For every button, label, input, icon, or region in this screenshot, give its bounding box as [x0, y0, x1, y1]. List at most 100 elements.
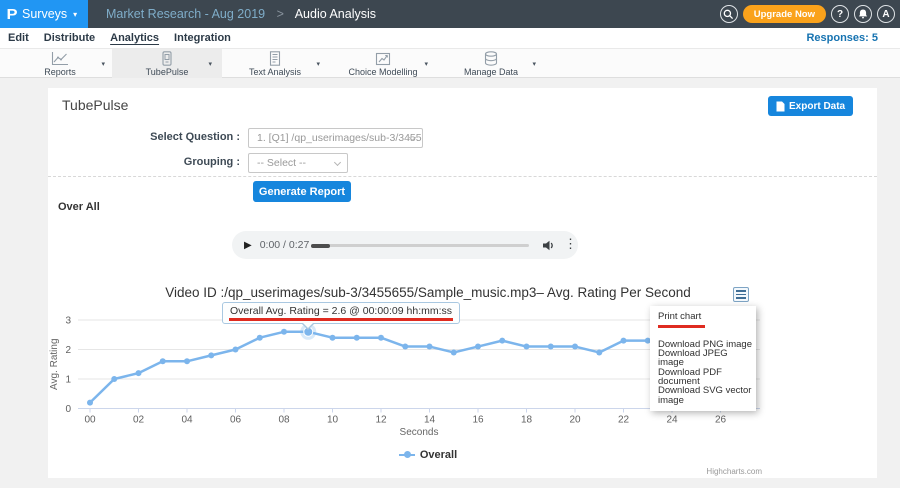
data-point[interactable]	[184, 358, 190, 364]
legend-item-overall[interactable]: Overall	[48, 449, 808, 461]
x-tick-label: 22	[618, 415, 630, 426]
x-tick-label: 04	[181, 415, 193, 426]
separator	[48, 176, 877, 177]
highcharts-credit[interactable]: Highcharts.com	[560, 467, 762, 476]
question-select-value: 1. [Q1] /qp_userimages/sub-3/3455655/S..…	[257, 132, 423, 144]
data-point[interactable]	[208, 352, 214, 358]
grouping-label: Grouping :	[48, 156, 240, 168]
toolbar-item-label: TubePulse	[146, 67, 189, 77]
survey-menu: Edit Distribute Analytics Integration Re…	[0, 28, 900, 48]
toolbar-item-manage-data[interactable]: Manage Data ▾	[436, 49, 546, 78]
data-point[interactable]	[621, 338, 627, 344]
breadcrumb-survey-name[interactable]: Market Research - Aug 2019	[106, 7, 265, 21]
data-point[interactable]	[160, 358, 166, 364]
tubepulse-icon	[158, 51, 176, 66]
bell-icon	[858, 9, 868, 19]
toolbar-item-choice-modelling[interactable]: Choice Modelling ▾	[328, 49, 438, 78]
grouping-select[interactable]: -- Select --	[248, 153, 348, 173]
generate-report-button[interactable]: Generate Report	[253, 181, 351, 202]
data-point[interactable]	[136, 370, 142, 376]
chart-tooltip-text: Overall Avg. Rating = 2.6 @ 00:00:09 hh:…	[230, 305, 452, 317]
data-point[interactable]	[499, 338, 505, 344]
select-question-label: Select Question :	[48, 131, 240, 143]
data-point[interactable]	[572, 344, 578, 350]
y-tick-label: 0	[65, 404, 71, 415]
toolbar-item-label: Text Analysis	[249, 67, 301, 77]
menu-item-analytics[interactable]: Analytics	[110, 32, 159, 44]
x-tick-label: 24	[666, 415, 678, 426]
responses-count[interactable]: Responses: 5	[806, 32, 878, 44]
volume-icon	[543, 240, 555, 251]
x-tick-label: 16	[472, 415, 484, 426]
x-tick-label: 08	[278, 415, 290, 426]
search-button[interactable]	[720, 5, 738, 23]
data-point[interactable]	[354, 335, 360, 341]
page: P Surveys ▾ Market Research - Aug 2019 >…	[0, 0, 900, 488]
export-icon	[776, 101, 785, 112]
chevron-down-icon[interactable]: ▾	[316, 60, 320, 68]
data-point[interactable]	[257, 335, 263, 341]
chevron-down-icon[interactable]: ▾	[532, 60, 536, 68]
data-point[interactable]	[548, 344, 554, 350]
notifications-button[interactable]	[854, 5, 872, 23]
menu-item-distribute[interactable]: Distribute	[44, 32, 95, 44]
toolbar-item-label: Choice Modelling	[348, 67, 417, 77]
legend-marker-icon	[399, 451, 415, 459]
menu-item-integration[interactable]: Integration	[174, 32, 231, 44]
chevron-down-icon[interactable]: ▾	[101, 60, 105, 68]
text-analysis-icon	[266, 51, 284, 66]
data-point[interactable]	[427, 344, 433, 350]
data-point[interactable]	[524, 344, 530, 350]
toolbar-item-reports[interactable]: Reports ▾	[5, 49, 115, 78]
question-select[interactable]: 1. [Q1] /qp_userimages/sub-3/3455655/S..…	[248, 128, 423, 148]
export-data-button[interactable]: Export Data	[768, 96, 853, 116]
x-tick-label: 00	[84, 415, 96, 426]
kebab-menu-icon[interactable]: ⋮	[564, 236, 577, 252]
data-point[interactable]	[596, 349, 602, 355]
chart-menu-button[interactable]	[733, 287, 749, 302]
help-button[interactable]: ?	[831, 5, 849, 23]
toolbar-item-tubepulse[interactable]: TubePulse ▾	[112, 49, 222, 78]
chevron-down-icon: ▾	[73, 10, 77, 19]
top-bar: P Surveys ▾ Market Research - Aug 2019 >…	[0, 0, 900, 28]
data-point[interactable]	[281, 329, 287, 335]
chevron-down-icon	[334, 159, 341, 166]
x-tick-label: 02	[133, 415, 145, 426]
avatar[interactable]: A	[877, 5, 895, 23]
analytics-toolbar: Reports ▾ TubePulse ▾ Text Analysis ▾ Ch…	[0, 48, 900, 78]
toolbar-item-text-analysis[interactable]: Text Analysis ▾	[220, 49, 330, 78]
menu-item-download-jpeg[interactable]: Download JPEG image	[658, 349, 756, 368]
database-icon	[482, 51, 500, 66]
x-tick-label: 06	[230, 415, 242, 426]
annotation-underline	[229, 318, 453, 321]
data-point[interactable]	[111, 376, 117, 382]
menu-item-edit[interactable]: Edit	[8, 32, 29, 44]
menu-item-download-svg[interactable]: Download SVG vector image	[658, 386, 756, 405]
menu-item-print-chart[interactable]: Print chart	[658, 312, 756, 321]
data-point[interactable]	[451, 349, 457, 355]
chevron-down-icon[interactable]: ▾	[424, 60, 428, 68]
chart-context-menu: Print chart Download PNG image Download …	[650, 306, 756, 411]
chart-line	[90, 332, 648, 403]
x-tick-label: 26	[715, 415, 727, 426]
data-point[interactable]	[330, 335, 336, 341]
questionpro-logo-icon: P	[6, 6, 17, 23]
data-point[interactable]	[87, 400, 93, 406]
menu-item-download-pdf[interactable]: Download PDF document	[658, 368, 756, 387]
y-tick-label: 1	[65, 375, 71, 386]
x-tick-label: 10	[327, 415, 339, 426]
data-point[interactable]	[475, 344, 481, 350]
upgrade-now-button[interactable]: Upgrade Now	[743, 5, 826, 23]
hamburger-menu-icon	[736, 290, 746, 292]
breadcrumb-page-title: Audio Analysis	[295, 7, 376, 21]
data-point[interactable]	[378, 335, 384, 341]
chevron-down-icon[interactable]: ▾	[208, 60, 212, 68]
volume-button[interactable]	[543, 239, 555, 254]
data-point[interactable]	[402, 344, 408, 350]
product-switcher[interactable]: P Surveys ▾	[0, 0, 88, 28]
play-button[interactable]: ▶	[244, 240, 252, 251]
toolbar-item-label: Reports	[44, 67, 76, 77]
data-point[interactable]	[233, 347, 239, 353]
audio-seek-bar[interactable]	[311, 244, 529, 247]
x-tick-label: 12	[375, 415, 387, 426]
